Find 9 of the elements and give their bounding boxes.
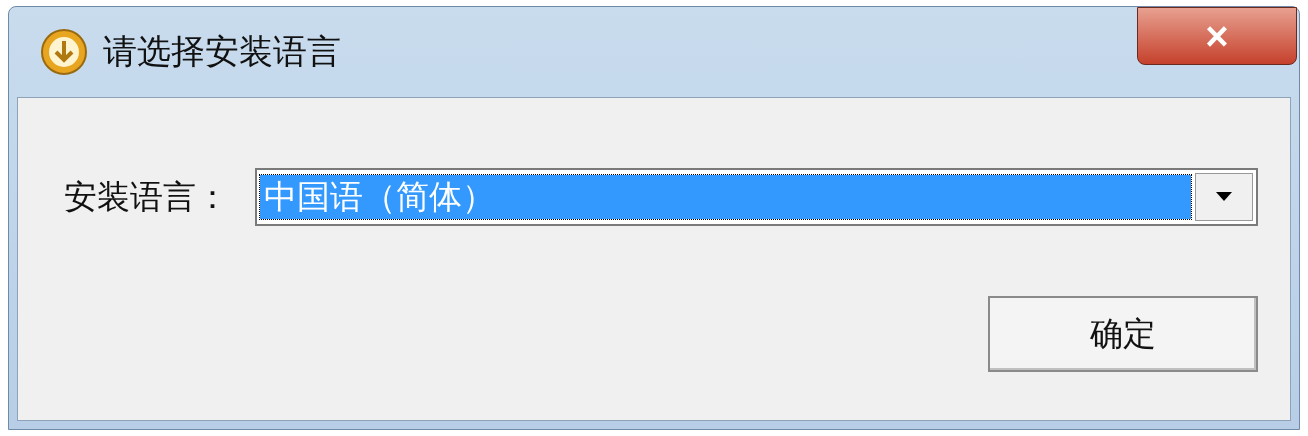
language-dropdown[interactable]: 中国语（简体）: [255, 168, 1258, 226]
window-title: 请选择安装语言: [103, 30, 342, 73]
close-button[interactable]: ×: [1137, 7, 1297, 65]
field-label: 安装语言：: [64, 175, 229, 218]
download-icon: [39, 27, 89, 77]
selected-value: 中国语（简体）: [260, 175, 1191, 219]
dropdown-button[interactable]: [1195, 173, 1253, 221]
ok-button[interactable]: 确定: [988, 296, 1258, 372]
caret-icon: [1216, 192, 1232, 202]
